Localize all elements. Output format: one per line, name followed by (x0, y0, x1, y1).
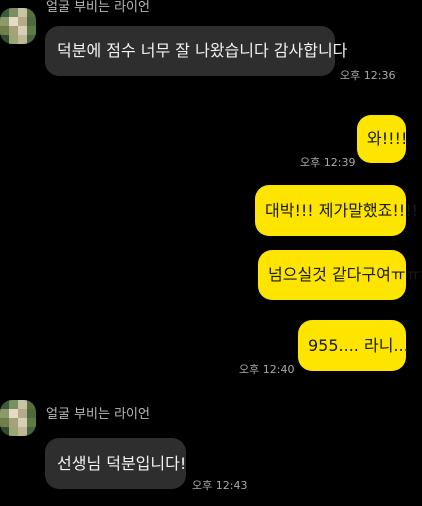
avatar-pixel (27, 26, 36, 35)
message-bubble-outgoing[interactable]: 와!!!! (357, 115, 408, 163)
message-text: 955.... 라니... (308, 335, 409, 355)
avatar-pixel (27, 35, 36, 44)
avatar-pixel (0, 35, 9, 44)
avatar-pixel (9, 427, 18, 436)
avatar-pixel (9, 418, 18, 427)
message-time: 오후 12:36 (340, 69, 396, 82)
avatar-pixel (0, 17, 9, 26)
avatar-pixel (0, 26, 9, 35)
message-bubble-outgoing[interactable]: 955.... 라니... (298, 320, 409, 371)
message-text: 대박!!! 제가말했죠!!!! (265, 200, 419, 220)
message-bubble-incoming[interactable]: 덕분에 점수 너무 잘 나왔습니다 감사합니다 (45, 26, 347, 76)
message-bubble-incoming[interactable]: 선생님 덕분입니다! (45, 438, 186, 489)
avatar-pixel (18, 409, 27, 418)
message-bubble-outgoing[interactable]: 대박!!! 제가말했죠!!!! (255, 185, 418, 236)
avatar-pixel (27, 17, 36, 26)
avatar-pixel (18, 8, 27, 17)
avatar-pixel (27, 409, 36, 418)
message-time: 오후 12:40 (239, 363, 295, 376)
sender-name: 얼굴 부비는 라이언 (46, 407, 150, 422)
message-text: 덕분에 점수 너무 잘 나왔습니다 감사합니다 (57, 41, 348, 60)
avatar-pixel (9, 35, 18, 44)
avatar-pixel (0, 418, 9, 427)
avatar-pixel (9, 400, 18, 409)
avatar-pixel (9, 26, 18, 35)
avatar[interactable] (0, 8, 36, 44)
sender-name: 얼굴 부비는 라이언 (46, 0, 150, 15)
message-text: 선생님 덕분입니다! (57, 453, 187, 473)
avatar-pixel (0, 427, 9, 436)
avatar-pixel (0, 409, 9, 418)
message-time: 오후 12:43 (192, 479, 248, 492)
avatar-pixel (18, 26, 27, 35)
avatar-pixel (18, 418, 27, 427)
avatar-pixel (18, 427, 27, 436)
chat-room: 얼굴 부비는 라이언 덕분에 점수 너무 잘 나왔습니다 감사합니다 오후 12… (0, 0, 422, 506)
avatar-pixel (0, 400, 9, 409)
avatar-pixel (18, 400, 27, 409)
message-time: 오후 12:39 (300, 156, 356, 169)
avatar-pixel (27, 400, 36, 409)
avatar-pixel (0, 8, 9, 17)
avatar-pixel (18, 35, 27, 44)
avatar-pixel (27, 427, 36, 436)
avatar-pixel (27, 418, 36, 427)
avatar[interactable] (0, 400, 36, 436)
avatar-pixel (9, 17, 18, 26)
avatar-pixel (27, 8, 36, 17)
avatar-pixel (9, 409, 18, 418)
avatar-pixel (18, 17, 27, 26)
message-bubble-outgoing[interactable]: 넘으실것 같다구여ㅠㅠㅠ (258, 250, 422, 300)
message-text: 와!!!! (367, 129, 408, 148)
message-text: 넘으실것 같다구여ㅠㅠㅠ (268, 265, 422, 284)
avatar-pixel (9, 8, 18, 17)
